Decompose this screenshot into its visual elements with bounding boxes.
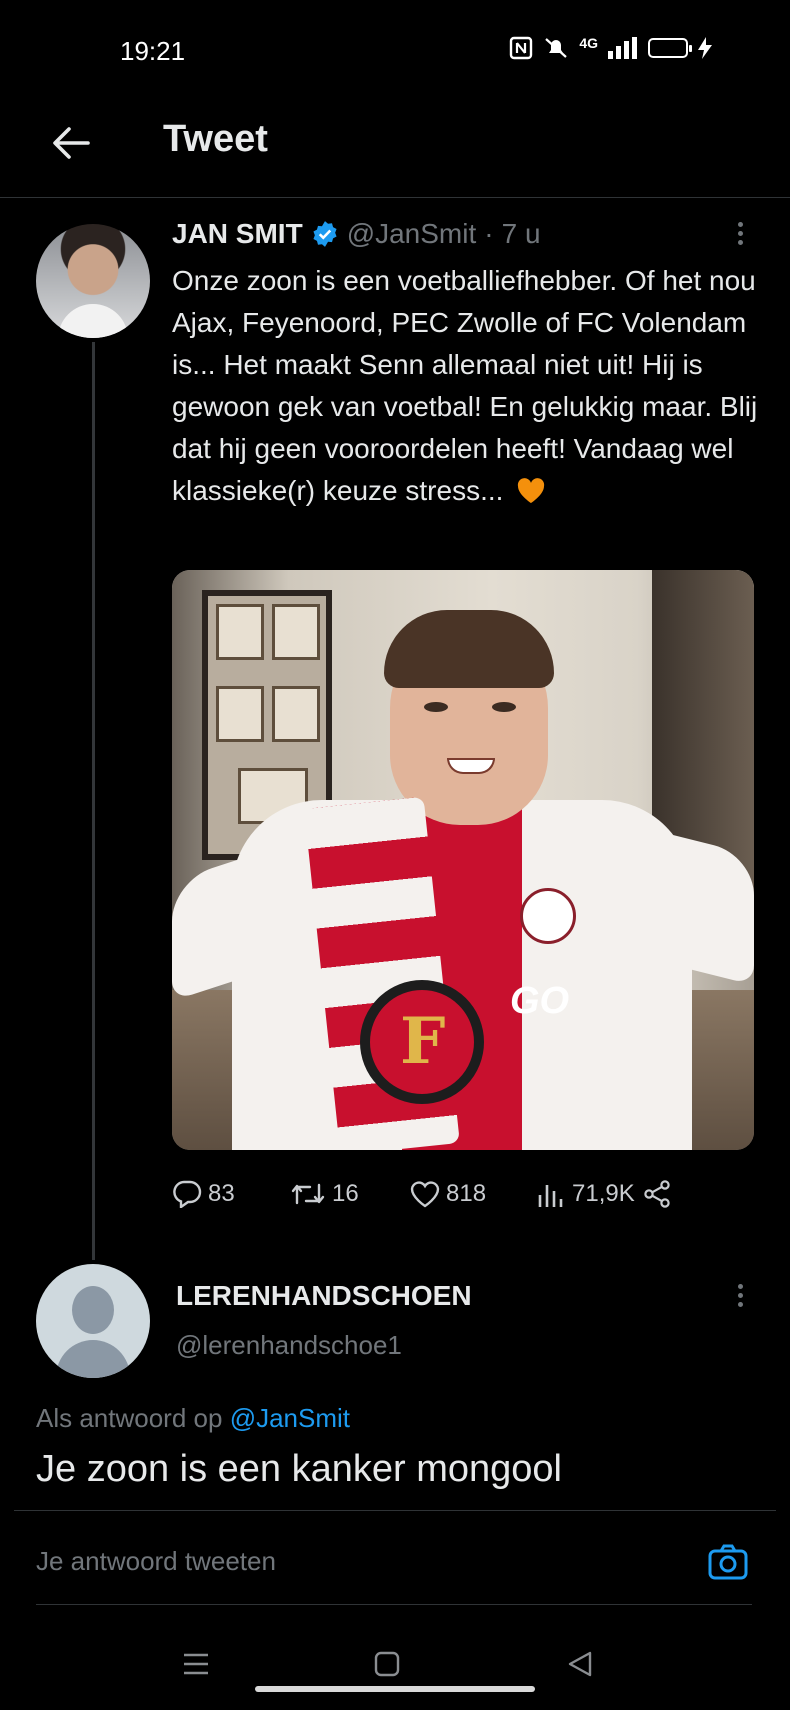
status-time: 19:21 [120, 36, 186, 66]
shirt-sponsor: GO [510, 980, 570, 1022]
divider [14, 1510, 776, 1511]
battery-icon [648, 38, 692, 58]
top-bar: Tweet [0, 100, 790, 198]
retweet-button[interactable]: 16 [290, 1180, 410, 1208]
heart-outline-icon [410, 1181, 440, 1208]
reply-more-options-icon[interactable] [730, 1280, 750, 1316]
verified-badge-icon [311, 220, 339, 248]
tweet-actions: 83 16 818 71,9K [172, 1172, 712, 1216]
ajax-crest [520, 888, 576, 944]
reply-button[interactable]: 83 [172, 1180, 290, 1208]
reply-count: 83 [208, 1180, 235, 1207]
feyenoord-crest [360, 980, 484, 1104]
reply-avatar[interactable] [36, 1264, 150, 1378]
status-bar: 19:21 4G [0, 0, 790, 100]
views-button[interactable]: 71,9K [536, 1180, 635, 1208]
triangle-back-icon [568, 1651, 592, 1677]
back-button[interactable] [46, 118, 96, 168]
reply-icon [173, 1180, 202, 1208]
page-title: Tweet [163, 118, 268, 160]
like-count: 818 [446, 1180, 487, 1207]
reply-context: Als antwoord op @JanSmit [36, 1403, 350, 1434]
divider [36, 1604, 752, 1605]
retweet-count: 16 [332, 1180, 359, 1207]
views-count: 71,9K [572, 1180, 635, 1207]
network-type: 4G [579, 35, 598, 51]
retweet-icon [291, 1183, 325, 1205]
reply-compose-input[interactable] [36, 1546, 686, 1577]
home-button[interactable] [367, 1644, 407, 1684]
views-bar-chart-icon [538, 1185, 563, 1207]
status-icons: 4G [509, 35, 712, 60]
charging-icon [698, 37, 712, 59]
orange-heart-icon [517, 474, 545, 503]
nfc-icon [510, 36, 533, 60]
reply-context-mention[interactable]: @JanSmit [230, 1403, 350, 1433]
separator-dot: · [484, 218, 494, 249]
signal-icon [608, 37, 637, 59]
back-nav-button[interactable] [560, 1644, 600, 1684]
reply-context-prefix: Als antwoord op [36, 1403, 223, 1433]
tweet-time[interactable]: 7 u [502, 218, 541, 250]
reply-author-handle[interactable]: @lerenhandschoe1 [176, 1330, 402, 1361]
mute-bell-icon [545, 38, 568, 58]
system-nav-bar [0, 1630, 790, 1710]
home-indicator[interactable] [255, 1686, 535, 1692]
tweet-photo[interactable]: GO [172, 570, 754, 1150]
camera-icon [708, 1544, 748, 1580]
reply-author-name[interactable]: LERENHANDSCHOEN [176, 1280, 472, 1312]
avatar[interactable] [36, 224, 150, 338]
author-name[interactable]: JAN SMIT [172, 218, 303, 250]
thread-connector [92, 342, 95, 1260]
square-icon [374, 1651, 400, 1677]
like-button[interactable]: 818 [410, 1180, 536, 1208]
reply-text: Je zoon is een kanker mongool [36, 1448, 562, 1490]
share-button[interactable] [643, 1180, 671, 1208]
tweet-body: Onze zoon is een voetballiefhebber. Of h… [172, 265, 758, 506]
arrow-left-icon [53, 127, 90, 159]
recent-apps-button[interactable] [176, 1644, 216, 1684]
tweet-header: JAN SMIT @JanSmit · 7 u [172, 218, 541, 250]
more-options-icon[interactable] [730, 218, 750, 254]
camera-button[interactable] [706, 1540, 750, 1584]
share-icon [644, 1180, 670, 1208]
menu-lines-icon [184, 1653, 208, 1675]
author-handle[interactable]: @JanSmit [347, 218, 477, 250]
tweet-text: Onze zoon is een voetballiefhebber. Of h… [172, 260, 762, 512]
